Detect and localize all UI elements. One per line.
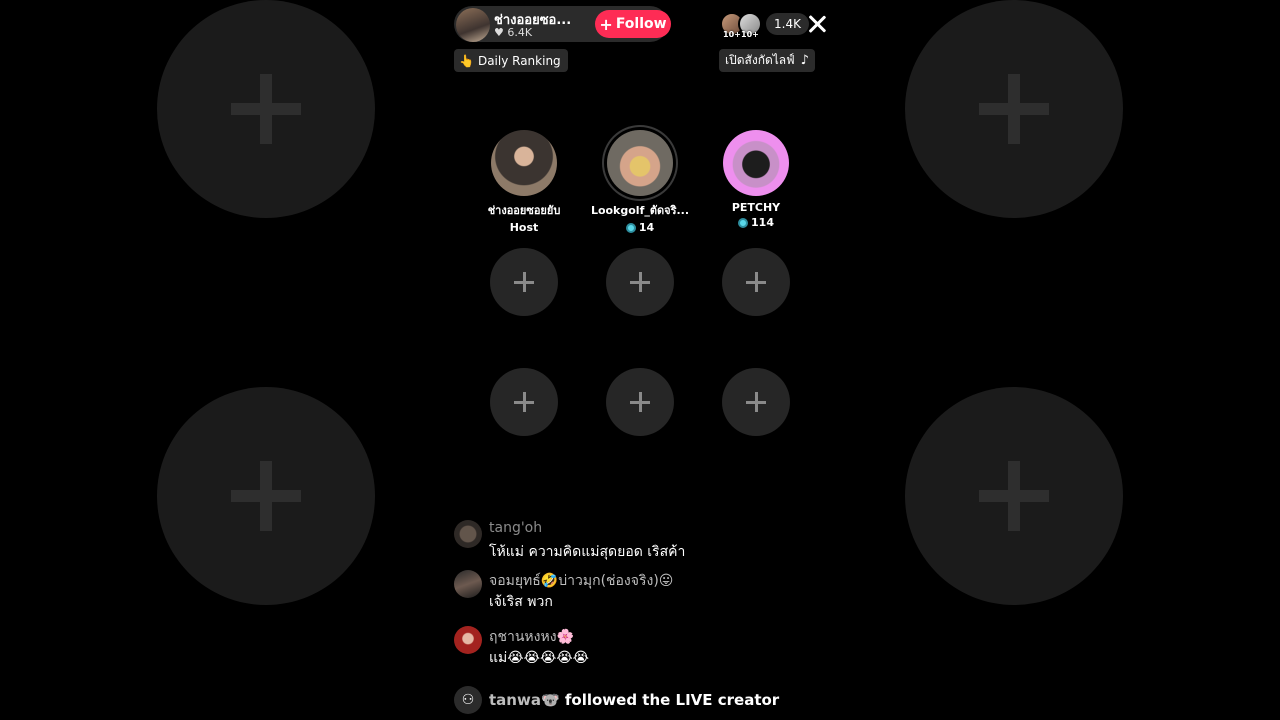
tiktok-icon: ♪ — [800, 53, 809, 68]
seat-name: ช่างออยซอยยับ — [487, 204, 561, 217]
follow-notification: ⚇ tanwa🐨 followed the LIVE creator — [454, 686, 779, 714]
person-icon: ⚇ — [454, 686, 482, 714]
guest-seat[interactable]: PETCHY 114 — [706, 130, 806, 229]
follow-text: tanwa🐨 followed the LIVE creator — [489, 691, 779, 709]
commenter-avatar[interactable] — [454, 626, 482, 654]
viewer-rank-badge: 10+ — [741, 30, 759, 39]
plus-icon — [979, 74, 1049, 144]
host-seat[interactable]: ช่างออยซอยยับ Host — [474, 130, 574, 234]
comment-username[interactable]: tang'oh — [489, 520, 542, 536]
background-empty-seat — [905, 0, 1123, 218]
viewer-list[interactable]: 10+ 10+ 1.4K — [720, 12, 809, 39]
guest-seat[interactable]: Lookgolf_ตัดจริ... 14 — [590, 130, 690, 234]
commenter-avatar[interactable] — [454, 520, 482, 548]
seat-score: 14 — [590, 221, 690, 234]
empty-seat-plus-icon[interactable] — [606, 248, 674, 316]
host-info[interactable]: ช่างออยซอ... ♥ 6.4K + Follow — [454, 6, 671, 42]
empty-seat-plus-icon[interactable] — [722, 368, 790, 436]
seat-score: 114 — [706, 216, 806, 229]
avatar — [491, 130, 557, 196]
empty-seat-plus-icon[interactable] — [490, 248, 558, 316]
plus-icon — [231, 461, 301, 531]
host-avatar[interactable] — [456, 8, 490, 42]
follow-label: Follow — [615, 16, 667, 32]
viewer-rank-badge: 10+ — [723, 30, 741, 39]
hand-icon: 👆 — [459, 53, 474, 68]
follow-username[interactable]: tanwa🐨 — [489, 691, 560, 709]
seat-name: PETCHY — [731, 201, 781, 214]
viewer-count[interactable]: 1.4K — [766, 13, 809, 35]
background-empty-seat — [157, 387, 375, 605]
comment-text: เจ้เริส พวก — [489, 594, 553, 610]
seat-sub-label: Host — [509, 221, 539, 234]
empty-seat-plus-icon[interactable] — [490, 368, 558, 436]
avatar — [607, 130, 673, 196]
comment-username[interactable]: จอมยุทธ์🤣บ่าวมุก(ช่องจริง)😛 — [489, 570, 673, 592]
plus-icon: + — [599, 14, 613, 34]
seat-score-value: 114 — [751, 216, 774, 229]
ranking-label: Daily Ranking — [477, 53, 561, 68]
coin-icon — [738, 217, 749, 228]
comment-username[interactable]: ฤชานหงหง🌸 — [489, 626, 574, 648]
follow-button[interactable]: + Follow — [595, 10, 671, 38]
background-empty-seat — [157, 0, 375, 218]
empty-seat-plus-icon[interactable] — [722, 248, 790, 316]
empty-seat-plus-icon[interactable] — [606, 368, 674, 436]
seat-score-value: 14 — [638, 221, 655, 234]
seat-name: Lookgolf_ตัดจริ... — [590, 204, 690, 217]
plus-icon — [231, 74, 301, 144]
close-icon[interactable] — [806, 13, 828, 35]
background-empty-seat — [905, 387, 1123, 605]
viewer-avatar[interactable]: 10+ — [738, 12, 762, 39]
daily-ranking-button[interactable]: 👆 Daily Ranking — [454, 49, 568, 72]
explore-label: เปิดสังกัดไลฟ์ — [725, 53, 795, 67]
live-view: ช่างออยซอ... ♥ 6.4K + Follow 10+ 10+ 1.4K… — [448, 0, 832, 720]
avatar — [723, 130, 789, 196]
comment-text: โห้แม่ ความคิดแม่สุดยอด เริสค้า — [489, 544, 686, 560]
likes-count: ♥ 6.4K — [494, 26, 533, 39]
comment-text: แม่😭😭😭😭😭 — [489, 650, 590, 666]
explore-live-button[interactable]: เปิดสังกัดไลฟ์ ♪ — [719, 49, 815, 72]
coin-icon — [625, 222, 636, 233]
plus-icon — [979, 461, 1049, 531]
follow-message: followed the LIVE creator — [564, 691, 780, 709]
commenter-avatar[interactable] — [454, 570, 482, 598]
seat-role: Host — [474, 221, 574, 234]
